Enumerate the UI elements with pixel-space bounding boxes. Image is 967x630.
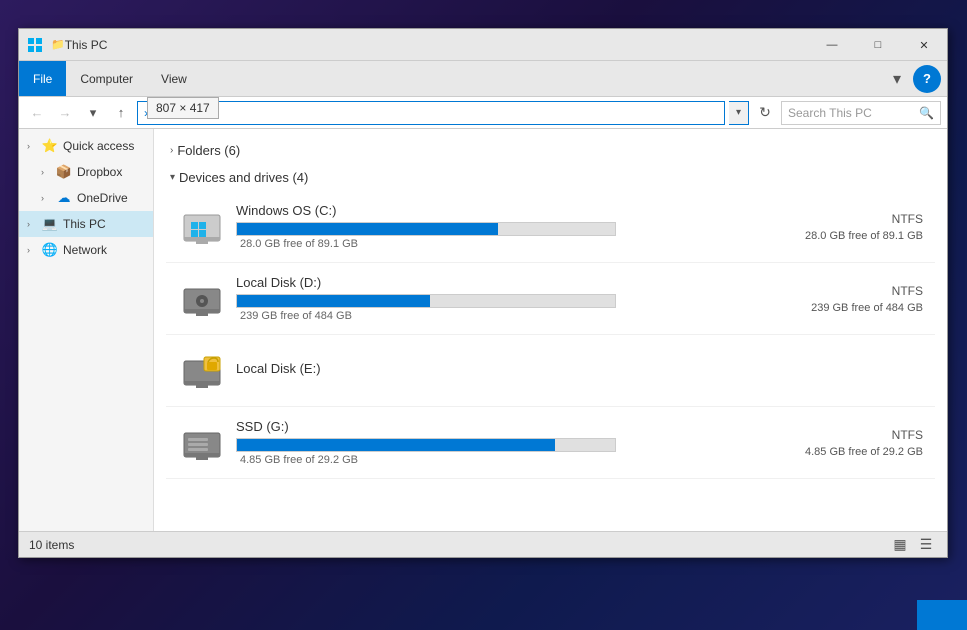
sidebar-item-label: Quick access bbox=[63, 139, 145, 153]
quick-access-icon: ⭐ bbox=[42, 138, 58, 154]
drive-g-meta: 4.85 GB free of 29.2 GB bbox=[240, 454, 793, 466]
drive-c-meta: 28.0 GB free of 89.1 GB bbox=[240, 238, 793, 250]
address-bar: ← → ▾ ↑ › This PC ▾ ↻ Search This PC 🔍 bbox=[19, 97, 947, 129]
main-area: › ⭐ Quick access › 📦 Dropbox › ☁ OneDriv… bbox=[19, 129, 947, 531]
drive-d-icon bbox=[178, 275, 226, 323]
sidebar-item-dropbox[interactable]: › 📦 Dropbox bbox=[19, 159, 153, 185]
onedrive-chevron: › bbox=[41, 193, 51, 203]
window-title: This PC bbox=[65, 38, 939, 52]
drive-d-info: Local Disk (D:) 239 GB free of 484 GB bbox=[236, 275, 799, 322]
drive-c-fill bbox=[237, 223, 498, 235]
network-chevron: › bbox=[27, 245, 37, 255]
drives-section-header[interactable]: ▾ Devices and drives (4) bbox=[166, 164, 935, 191]
drive-g-free: 4.85 GB free of 29.2 GB bbox=[805, 446, 923, 458]
blue-accent bbox=[917, 600, 967, 630]
this-pc-icon: 💻 bbox=[42, 216, 58, 232]
this-pc-chevron: › bbox=[27, 219, 37, 229]
drive-e-type bbox=[843, 369, 923, 373]
drive-item-e[interactable]: Local Disk (E:) bbox=[166, 335, 935, 407]
tab-computer[interactable]: Computer bbox=[66, 61, 147, 96]
drive-item-d[interactable]: Local Disk (D:) 239 GB free of 484 GB NT… bbox=[166, 263, 935, 335]
search-icon: 🔍 bbox=[919, 106, 934, 120]
drive-c-free: 28.0 GB free of 89.1 GB bbox=[805, 230, 923, 242]
quick-access-chevron: › bbox=[27, 141, 37, 151]
list-view-button[interactable]: ☰ bbox=[915, 534, 937, 556]
close-button[interactable]: ✕ bbox=[901, 29, 947, 61]
drive-g-name: SSD (G:) bbox=[236, 419, 793, 434]
drive-g-fs: NTFS bbox=[805, 428, 923, 442]
file-explorer-window: 📁 This PC 807 × 417 — □ ✕ File Computer … bbox=[18, 28, 948, 558]
recent-locations-button[interactable]: ▾ bbox=[81, 101, 105, 125]
forward-button[interactable]: → bbox=[53, 101, 77, 125]
drive-d-meta: 239 GB free of 484 GB bbox=[240, 310, 799, 322]
drive-e-icon bbox=[178, 347, 226, 395]
drive-e-info: Local Disk (E:) bbox=[236, 361, 831, 380]
title-bar: 📁 This PC 807 × 417 — □ ✕ bbox=[19, 29, 947, 61]
onedrive-icon: ☁ bbox=[56, 190, 72, 206]
sidebar-item-this-pc[interactable]: › 💻 This PC bbox=[19, 211, 153, 237]
folders-section-chevron: › bbox=[170, 145, 173, 156]
drives-section-chevron: ▾ bbox=[170, 172, 175, 183]
sidebar-item-label: Dropbox bbox=[77, 165, 145, 179]
up-button[interactable]: ↑ bbox=[109, 101, 133, 125]
folders-section-title: Folders (6) bbox=[177, 143, 240, 158]
address-path: This PC bbox=[152, 106, 195, 120]
sidebar-item-quick-access[interactable]: › ⭐ Quick access bbox=[19, 133, 153, 159]
sidebar-item-label: OneDrive bbox=[77, 191, 145, 205]
drive-c-bar bbox=[236, 222, 616, 236]
back-button[interactable]: ← bbox=[25, 101, 49, 125]
window-icon bbox=[27, 37, 43, 53]
sidebar-item-network[interactable]: › 🌐 Network bbox=[19, 237, 153, 263]
drive-d-free: 239 GB free of 484 GB bbox=[811, 302, 923, 314]
search-box[interactable]: Search This PC 🔍 bbox=[781, 101, 941, 125]
drive-g-bar bbox=[236, 438, 616, 452]
sidebar-item-label: Network bbox=[63, 243, 145, 257]
drive-d-type: NTFS 239 GB free of 484 GB bbox=[811, 284, 923, 314]
folders-section-header[interactable]: › Folders (6) bbox=[166, 137, 935, 164]
help-button[interactable]: ? bbox=[913, 65, 941, 93]
drive-c-name: Windows OS (C:) bbox=[236, 203, 793, 218]
drive-e-name: Local Disk (E:) bbox=[236, 361, 831, 376]
drive-c-icon bbox=[178, 203, 226, 251]
drive-g-type: NTFS 4.85 GB free of 29.2 GB bbox=[805, 428, 923, 458]
tab-view[interactable]: View bbox=[147, 61, 201, 96]
drive-d-fs: NTFS bbox=[811, 284, 923, 298]
drive-item-g[interactable]: SSD (G:) 4.85 GB free of 29.2 GB NTFS 4.… bbox=[166, 407, 935, 479]
search-placeholder: Search This PC bbox=[788, 106, 915, 120]
drive-d-fill bbox=[237, 295, 430, 307]
ribbon: File Computer View ▾ ? bbox=[19, 61, 947, 97]
drive-g-info: SSD (G:) 4.85 GB free of 29.2 GB bbox=[236, 419, 793, 466]
tab-file[interactable]: File bbox=[19, 61, 66, 96]
dropbox-icon: 📦 bbox=[56, 164, 72, 180]
drive-d-name: Local Disk (D:) bbox=[236, 275, 799, 290]
drive-g-icon bbox=[178, 419, 226, 467]
drive-d-bar bbox=[236, 294, 616, 308]
drive-c-info: Windows OS (C:) 28.0 GB free of 89.1 GB bbox=[236, 203, 793, 250]
drives-section-title: Devices and drives (4) bbox=[179, 170, 308, 185]
drive-item-c[interactable]: Windows OS (C:) 28.0 GB free of 89.1 GB … bbox=[166, 191, 935, 263]
status-bar: 10 items ▦ ☰ bbox=[19, 531, 947, 557]
sidebar-item-label: This PC bbox=[63, 217, 145, 231]
maximize-button[interactable]: □ bbox=[855, 29, 901, 61]
dropbox-chevron: › bbox=[41, 167, 51, 177]
sidebar-item-onedrive[interactable]: › ☁ OneDrive bbox=[19, 185, 153, 211]
network-icon: 🌐 bbox=[42, 242, 58, 258]
drive-c-type: NTFS 28.0 GB free of 89.1 GB bbox=[805, 212, 923, 242]
drive-c-fs: NTFS bbox=[805, 212, 923, 226]
view-controls: ▦ ☰ bbox=[889, 534, 937, 556]
refresh-button[interactable]: ↻ bbox=[753, 101, 777, 125]
sidebar: › ⭐ Quick access › 📦 Dropbox › ☁ OneDriv… bbox=[19, 129, 154, 531]
address-prefix: › bbox=[144, 106, 148, 120]
details-view-button[interactable]: ▦ bbox=[889, 534, 911, 556]
address-dropdown-button[interactable]: ▾ bbox=[729, 101, 749, 125]
item-count: 10 items bbox=[29, 538, 74, 552]
title-bar-breadcrumb: 📁 bbox=[51, 38, 65, 51]
drive-g-fill bbox=[237, 439, 555, 451]
title-bar-controls: — □ ✕ bbox=[809, 29, 947, 60]
minimize-button[interactable]: — bbox=[809, 29, 855, 61]
ribbon-expand-icon[interactable]: ▾ bbox=[885, 61, 909, 96]
address-box[interactable]: › This PC bbox=[137, 101, 725, 125]
content-panel: › Folders (6) ▾ Devices and drives (4) bbox=[154, 129, 947, 531]
